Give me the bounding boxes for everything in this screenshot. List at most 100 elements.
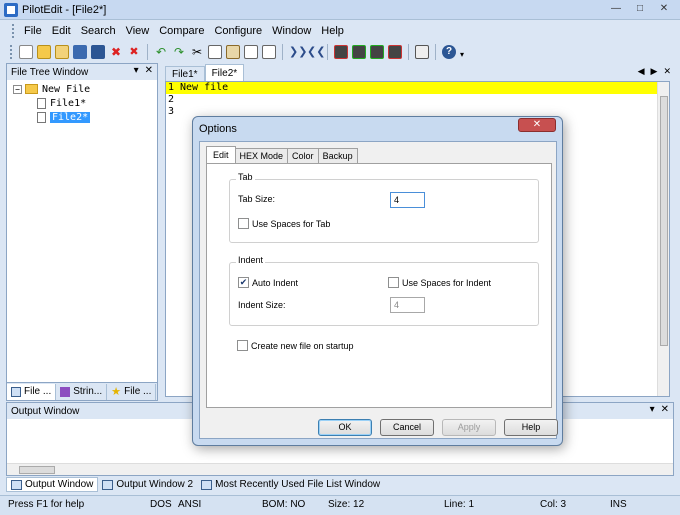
checkbox-box[interactable] [237, 340, 248, 351]
indent-size-input[interactable]: 4 [390, 297, 425, 313]
line-text[interactable]: New file [180, 82, 669, 94]
paste-icon[interactable] [226, 45, 240, 59]
copy-icon[interactable] [208, 45, 222, 59]
minimize-button[interactable]: — [606, 2, 626, 16]
toolbar-separator [327, 44, 328, 60]
list-icon [201, 479, 213, 490]
menu-compare[interactable]: Compare [154, 21, 209, 41]
edit-tab-panel: Tab Tab Size: 4 Use Spaces for Tab Inden… [206, 163, 552, 408]
replace-icon[interactable] [262, 45, 276, 59]
editor-tab-file2[interactable]: File2* [204, 64, 245, 81]
menu-configure[interactable]: Configure [209, 21, 267, 41]
macro-stop-icon[interactable] [388, 45, 402, 59]
help-icon[interactable]: ? [442, 45, 456, 59]
tab-scroll-left-icon[interactable]: ◀ [638, 66, 645, 77]
redo-icon[interactable]: ↷ [172, 45, 186, 59]
close-tab-icon[interactable]: ✕ [663, 66, 671, 77]
dialog-close-button[interactable]: ✕ [518, 118, 556, 132]
file-tree-title: File Tree Window [11, 66, 89, 78]
tab-file-tree[interactable]: File ... [7, 383, 57, 400]
tab-backup[interactable]: Backup [317, 148, 358, 163]
tab-color[interactable]: Color [287, 148, 319, 163]
close-all-icon[interactable]: ✖ [127, 45, 141, 59]
tab-strings[interactable]: Strin... [56, 383, 108, 400]
new-file-icon[interactable] [19, 45, 33, 59]
indent-group-label: Indent [236, 255, 266, 265]
editor-vertical-scrollbar[interactable] [657, 82, 669, 396]
tab-hex-mode[interactable]: HEX Mode [234, 148, 289, 163]
use-spaces-for-indent-checkbox[interactable]: Use Spaces for Indent [388, 277, 491, 288]
open-folder-icon[interactable] [55, 45, 69, 59]
cut-icon[interactable]: ✂ [190, 45, 204, 59]
menu-view[interactable]: View [121, 21, 155, 41]
close-panel-icon[interactable]: ✕ [661, 404, 669, 415]
pin-icon[interactable]: ▾ [650, 404, 655, 415]
hex-icon[interactable] [415, 45, 429, 59]
macro-repeat-icon[interactable] [370, 45, 384, 59]
checkbox-box[interactable] [388, 277, 399, 288]
maximize-button[interactable]: □ [630, 2, 650, 16]
save-icon[interactable] [73, 45, 87, 59]
menu-help[interactable]: Help [316, 21, 349, 41]
output-horizontal-scrollbar[interactable] [7, 463, 673, 475]
indent-size-label: Indent Size: [238, 300, 286, 310]
tab-edit[interactable]: Edit [206, 146, 236, 163]
status-col: Col: 3 [540, 499, 567, 510]
line-number: 1 [168, 82, 175, 93]
use-spaces-for-tab-checkbox[interactable]: Use Spaces for Tab [238, 218, 330, 229]
open-file-icon[interactable] [37, 45, 51, 59]
collapse-icon[interactable]: − [13, 84, 22, 94]
undo-icon[interactable]: ↶ [154, 45, 168, 59]
tab-file-favorites[interactable]: ★ File ... [107, 383, 157, 400]
tree-root[interactable]: − New File [7, 82, 157, 96]
pin-icon[interactable]: ▾ [134, 65, 139, 76]
checkbox-box[interactable] [238, 218, 249, 229]
checkbox-label: Use Spaces for Tab [252, 218, 331, 229]
menu-window[interactable]: Window [267, 21, 316, 41]
code-line[interactable]: 2 [166, 94, 669, 106]
scroll-thumb[interactable] [660, 96, 668, 346]
indent-icon[interactable]: ❯❯ [289, 45, 307, 59]
toolbar-overflow-icon[interactable]: ▾ [460, 45, 468, 59]
status-line-ending[interactable]: DOS [150, 499, 172, 510]
tab-output-window[interactable]: Output Window [6, 477, 99, 492]
cancel-button[interactable]: Cancel [380, 419, 434, 436]
close-icon[interactable]: ✖ [109, 45, 123, 59]
menu-search[interactable]: Search [76, 21, 121, 41]
tree-item-file1[interactable]: File1* [7, 96, 157, 110]
tab-output-window-2[interactable]: Output Window 2 [98, 477, 197, 492]
save-all-icon[interactable] [91, 45, 105, 59]
auto-indent-checkbox[interactable]: ✔ Auto Indent [238, 277, 298, 288]
menu-file[interactable]: File [19, 21, 47, 41]
scroll-thumb[interactable] [19, 466, 55, 474]
checkbox-box[interactable]: ✔ [238, 277, 249, 288]
editor-tab-file1[interactable]: File1* [165, 66, 205, 81]
toolbar-grip[interactable] [10, 45, 13, 59]
app-icon[interactable] [4, 2, 18, 17]
ok-button[interactable]: OK [318, 419, 372, 436]
outdent-icon[interactable]: ❮❮ [307, 45, 325, 59]
apply-button[interactable]: Apply [442, 419, 496, 436]
code-line[interactable]: 1 New file [166, 82, 669, 94]
help-button[interactable]: Help [504, 419, 558, 436]
close-window-button[interactable]: ✕ [654, 2, 674, 16]
status-encoding[interactable]: ANSI [178, 499, 201, 510]
tree-root-label: New File [42, 83, 91, 95]
create-new-file-on-startup-checkbox[interactable]: Create new file on startup [237, 340, 354, 351]
line-number: 2 [168, 94, 175, 105]
status-bom: BOM: NO [262, 499, 306, 510]
find-icon[interactable] [244, 45, 258, 59]
menu-edit[interactable]: Edit [47, 21, 76, 41]
tab-scroll-right-icon[interactable]: ▶ [651, 66, 658, 77]
macro-play-icon[interactable] [352, 45, 366, 59]
tab-mru-file-list[interactable]: Most Recently Used File List Window [197, 477, 384, 492]
menu-grip[interactable] [12, 24, 15, 38]
file-tree: − New File File1* File2* [7, 80, 157, 124]
left-panel-tabs: File ... Strin... ★ File ... [7, 382, 157, 400]
macro-record-icon[interactable] [334, 45, 348, 59]
close-panel-icon[interactable]: ✕ [145, 65, 153, 76]
line-text[interactable] [180, 94, 669, 106]
indent-group: Indent ✔ Auto Indent Use Spaces for Inde… [229, 255, 539, 326]
tab-size-input[interactable]: 4 [390, 192, 425, 208]
tree-item-file2[interactable]: File2* [7, 110, 157, 124]
